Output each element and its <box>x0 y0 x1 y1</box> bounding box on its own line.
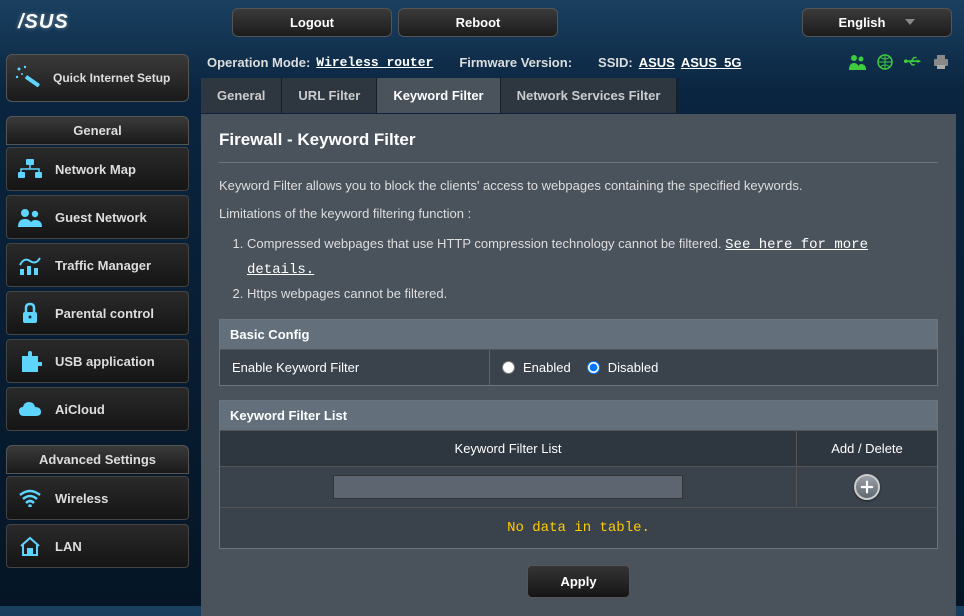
enabled-label: Enabled <box>523 360 571 375</box>
sidebar-item-traffic-manager[interactable]: Traffic Manager <box>6 243 189 287</box>
brand-logo: /SUS <box>12 11 192 34</box>
printer-status-icon[interactable] <box>932 54 950 70</box>
ssid-1-link[interactable]: ASUS <box>639 55 675 70</box>
ssid-label: SSID: <box>598 55 633 70</box>
advanced-section-header: Advanced Settings <box>6 445 189 474</box>
network-map-icon <box>17 158 43 180</box>
status-bar: Operation Mode: Wireless router Firmware… <box>201 44 956 78</box>
sidebar-label: Wireless <box>55 491 108 506</box>
sidebar-label: USB application <box>55 354 155 369</box>
sidebar-item-guest-network[interactable]: Guest Network <box>6 195 189 239</box>
usb-status-icon[interactable] <box>904 54 922 70</box>
sidebar-item-wireless[interactable]: Wireless <box>6 476 189 520</box>
basic-config-header: Basic Config <box>220 320 937 350</box>
keyword-input[interactable] <box>333 475 683 499</box>
sidebar-label: LAN <box>55 539 82 554</box>
op-mode-link[interactable]: Wireless router <box>316 55 433 70</box>
language-selector[interactable]: English <box>802 8 952 37</box>
limitation-1: Compressed webpages that use HTTP compre… <box>247 233 938 283</box>
sidebar-item-parental-control[interactable]: Parental control <box>6 291 189 335</box>
add-button[interactable] <box>854 474 880 500</box>
language-label: English <box>839 15 886 30</box>
keyword-filter-list-header: Keyword Filter List <box>220 401 937 430</box>
sidebar-item-lan[interactable]: LAN <box>6 524 189 568</box>
basic-config-box: Basic Config Enable Keyword Filter Enabl… <box>219 319 938 386</box>
enable-keyword-filter-label: Enable Keyword Filter <box>220 350 490 385</box>
cloud-icon <box>17 398 43 420</box>
disabled-radio[interactable] <box>587 361 600 374</box>
tab-general[interactable]: General <box>201 78 282 113</box>
quick-internet-setup[interactable]: Quick Internet Setup <box>6 54 189 102</box>
limitation-2: Https webpages cannot be filtered. <box>247 283 938 305</box>
apply-button[interactable]: Apply <box>527 565 629 598</box>
reboot-button[interactable]: Reboot <box>398 8 558 37</box>
sidebar-label: Network Map <box>55 162 136 177</box>
puzzle-icon <box>17 350 43 372</box>
chevron-down-icon <box>905 19 915 25</box>
sidebar-item-usb-application[interactable]: USB application <box>6 339 189 383</box>
qis-label: Quick Internet Setup <box>53 71 170 85</box>
no-data-message: No data in table. <box>220 507 937 548</box>
fw-label: Firmware Version: <box>459 55 572 70</box>
users-status-icon[interactable] <box>848 54 866 70</box>
disabled-label: Disabled <box>608 360 659 375</box>
page-description: Keyword Filter allows you to block the c… <box>219 177 938 195</box>
tab-keyword-filter[interactable]: Keyword Filter <box>377 78 500 113</box>
sidebar-label: AiCloud <box>55 402 105 417</box>
limitations-label: Limitations of the keyword filtering fun… <box>219 205 938 223</box>
logout-button[interactable]: Logout <box>232 8 392 37</box>
general-section-header: General <box>6 116 189 145</box>
traffic-manager-icon <box>17 254 43 276</box>
sidebar-item-network-map[interactable]: Network Map <box>6 147 189 191</box>
tab-url-filter[interactable]: URL Filter <box>282 78 377 113</box>
keyword-filter-list-box: Keyword Filter List Keyword Filter List … <box>219 400 938 549</box>
globe-status-icon[interactable] <box>876 54 894 70</box>
guest-network-icon <box>17 206 43 228</box>
enabled-radio[interactable] <box>502 361 515 374</box>
firewall-tabs: General URL Filter Keyword Filter Networ… <box>201 78 956 114</box>
ssid-2-link[interactable]: ASUS_5G <box>681 55 742 70</box>
lock-icon <box>17 302 43 324</box>
column-add-delete: Add / Delete <box>797 431 937 466</box>
plus-icon <box>860 480 874 494</box>
wand-icon <box>15 65 43 91</box>
op-mode-label: Operation Mode: <box>207 55 310 70</box>
sidebar-item-aicloud[interactable]: AiCloud <box>6 387 189 431</box>
sidebar-label: Parental control <box>55 306 154 321</box>
tab-network-services-filter[interactable]: Network Services Filter <box>501 78 678 113</box>
sidebar-label: Traffic Manager <box>55 258 151 273</box>
wifi-icon <box>17 487 43 509</box>
column-keyword: Keyword Filter List <box>220 431 797 466</box>
sidebar-label: Guest Network <box>55 210 147 225</box>
page-title: Firewall - Keyword Filter <box>219 130 938 163</box>
home-icon <box>17 535 43 557</box>
